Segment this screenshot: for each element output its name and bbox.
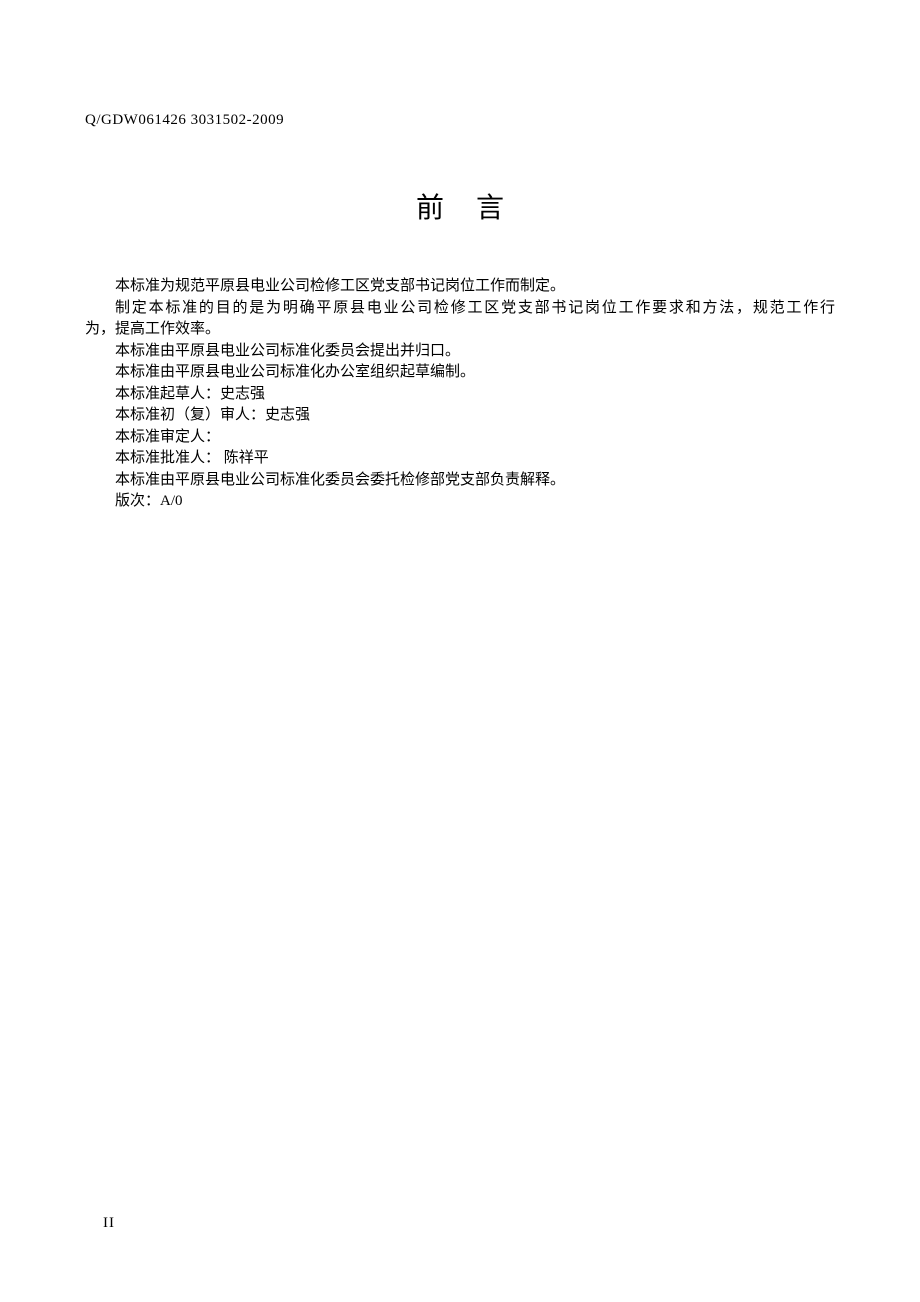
paragraph-objective-line2: 为，提高工作效率。 (85, 319, 835, 341)
section-title: 前言 (0, 186, 920, 226)
paragraph-committee: 本标准由平原县电业公司标准化委员会提出并归口。 (85, 341, 835, 363)
paragraph-purpose: 本标准为规范平原县电业公司检修工区党支部书记岗位工作而制定。 (85, 276, 835, 298)
paragraph-objective-line1: 制定本标准的目的是为明确平原县电业公司检修工区党支部书记岗位工作要求和方法，规范… (85, 298, 835, 320)
paragraph-office: 本标准由平原县电业公司标准化办公室组织起草编制。 (85, 362, 835, 384)
paragraph-reviewer: 本标准初（复）审人：史志强 (85, 405, 835, 427)
paragraph-approver: 本标准批准人： 陈祥平 (85, 448, 835, 470)
preface-content: 本标准为规范平原县电业公司检修工区党支部书记岗位工作而制定。 制定本标准的目的是… (85, 276, 835, 513)
page-number: II (103, 1215, 115, 1232)
paragraph-interpreter: 本标准由平原县电业公司标准化委员会委托检修部党支部负责解释。 (85, 470, 835, 492)
paragraph-drafter: 本标准起草人：史志强 (85, 384, 835, 406)
paragraph-finalizer: 本标准审定人： (85, 427, 835, 449)
document-code: Q/GDW061426 3031502-2009 (85, 112, 284, 129)
paragraph-version: 版次：A/0 (85, 491, 835, 513)
